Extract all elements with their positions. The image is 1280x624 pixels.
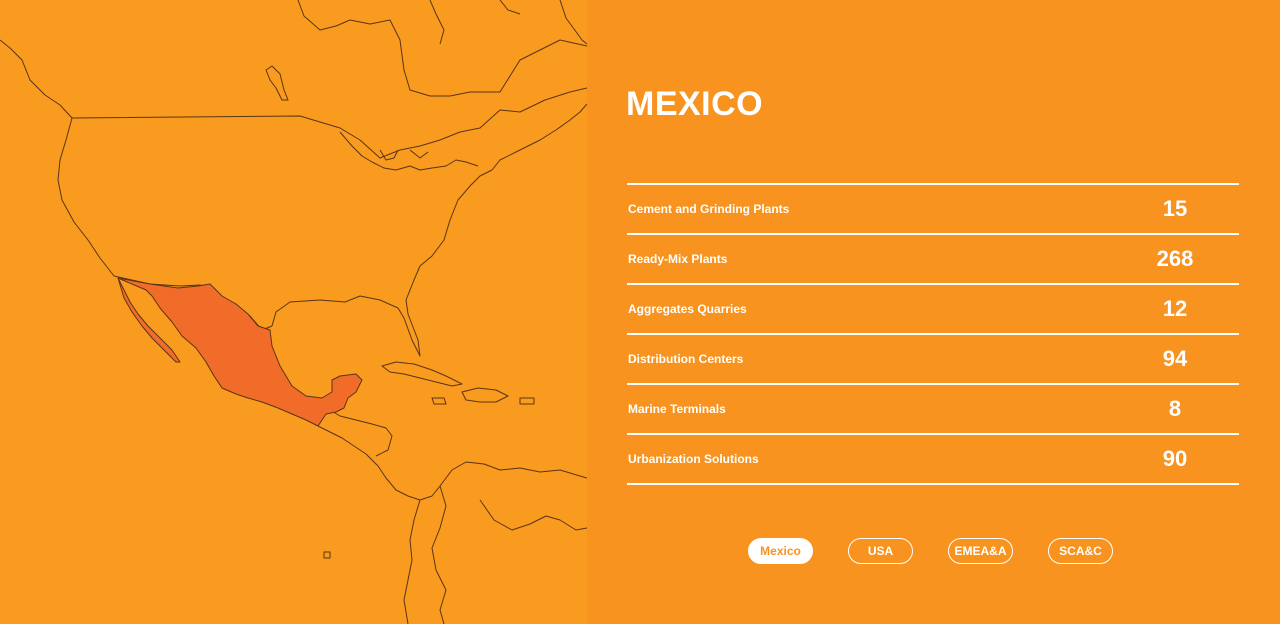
- stat-value: 12: [1162, 296, 1188, 321]
- stat-label: Ready-Mix Plants: [628, 252, 728, 266]
- map-panel: [0, 0, 587, 624]
- stat-row-urbanization: Urbanization Solutions 90: [627, 435, 1239, 485]
- tab-emeaa[interactable]: EMEA&A: [948, 538, 1013, 564]
- stat-row-aggregates: Aggregates Quarries 12: [627, 285, 1239, 335]
- stat-label: Cement and Grinding Plants: [628, 202, 790, 216]
- north-america-map[interactable]: [0, 0, 587, 624]
- stat-row-distribution: Distribution Centers 94: [627, 335, 1239, 385]
- stat-label: Distribution Centers: [628, 352, 744, 366]
- stat-value: 15: [1162, 196, 1188, 221]
- region-tabs: Mexico USA EMEA&A SCA&C: [748, 538, 1113, 564]
- stat-row-cement: Cement and Grinding Plants 15: [627, 185, 1239, 235]
- stat-value: 8: [1168, 396, 1182, 421]
- stat-row-marine: Marine Terminals 8: [627, 385, 1239, 435]
- map-background: [0, 0, 587, 624]
- tab-usa[interactable]: USA: [848, 538, 913, 564]
- tab-scac[interactable]: SCA&C: [1048, 538, 1113, 564]
- info-panel: MEXICO Cement and Grinding Plants 15 Rea…: [587, 0, 1280, 624]
- stat-label: Aggregates Quarries: [628, 302, 747, 316]
- stat-value: 94: [1162, 346, 1188, 371]
- stat-label: Marine Terminals: [628, 402, 726, 416]
- region-title: MEXICO: [626, 85, 764, 123]
- stat-label: Urbanization Solutions: [628, 452, 759, 466]
- tab-mexico[interactable]: Mexico: [748, 538, 813, 564]
- stat-value: 90: [1162, 446, 1188, 471]
- stats-table: Cement and Grinding Plants 15 Ready-Mix …: [627, 183, 1239, 485]
- stat-row-ready-mix: Ready-Mix Plants 268: [627, 235, 1239, 285]
- stat-value: 268: [1156, 246, 1194, 271]
